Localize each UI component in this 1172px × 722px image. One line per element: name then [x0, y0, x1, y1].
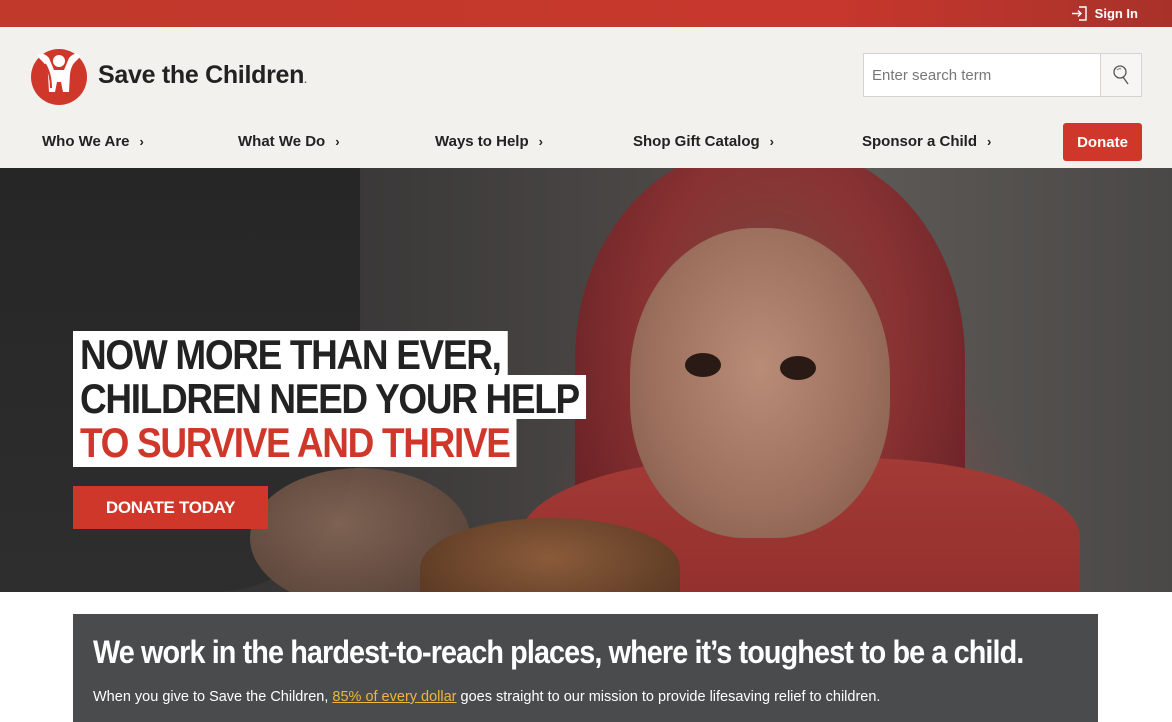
hero-image-eye: [780, 356, 816, 380]
hero-headline-line-2: CHILDREN NEED YOUR HELP: [73, 375, 586, 420]
utility-bar: Sign In: [0, 0, 1172, 27]
chevron-right-icon: ›: [987, 134, 992, 149]
mission-title: We work in the hardest-to-reach places, …: [93, 634, 1024, 670]
chevron-right-icon: ›: [139, 134, 144, 149]
mission-banner: We work in the hardest-to-reach places, …: [73, 614, 1098, 722]
nav-who-we-are[interactable]: Who We Are ›: [42, 133, 144, 150]
nav-sponsor-a-child[interactable]: Sponsor a Child ›: [862, 133, 991, 150]
search-input[interactable]: [863, 53, 1100, 97]
nav-label: Shop Gift Catalog: [633, 133, 760, 150]
nav-label: Sponsor a Child: [862, 133, 978, 150]
search-icon: [1113, 65, 1129, 85]
nav-ways-to-help[interactable]: Ways to Help ›: [435, 133, 543, 150]
hero-headline: NOW MORE THAN EVER, CHILDREN NEED YOUR H…: [73, 331, 656, 467]
main-nav: Who We Are › What We Do › Ways to Help › Sh…: [0, 123, 1172, 168]
hero-banner: NOW MORE THAN EVER, CHILDREN NEED YOUR H…: [0, 168, 1172, 592]
hero-image-eye: [685, 353, 721, 377]
nav-label: Ways to Help: [435, 133, 529, 150]
donate-today-button[interactable]: DONATE TODAY: [73, 486, 268, 529]
logo[interactable]: Save the Children.: [29, 44, 307, 106]
nav-label: Who We Are: [42, 133, 130, 150]
nav-what-we-do[interactable]: What We Do ›: [238, 133, 340, 150]
chevron-right-icon: ›: [769, 134, 775, 149]
save-the-children-logo-icon: [31, 49, 87, 105]
nav-shop-gift-catalog[interactable]: Shop Gift Catalog ›: [633, 133, 774, 150]
search-button[interactable]: [1100, 53, 1142, 97]
sign-in-icon: [1071, 6, 1087, 21]
chevron-right-icon: ›: [538, 134, 543, 149]
logo-wordmark: Save the Children.: [98, 60, 307, 89]
hero-image-child-face: [630, 228, 890, 538]
hero-headline-line-1: NOW MORE THAN EVER,: [73, 331, 508, 376]
site-header: Save the Children. Who We Are › What We D…: [0, 27, 1172, 168]
funds-percentage-link[interactable]: 85% of every dollar: [332, 689, 456, 705]
mission-text-start: When you give to Save the Children,: [93, 689, 333, 705]
chevron-right-icon: ›: [335, 134, 340, 149]
donate-button[interactable]: Donate: [1063, 123, 1142, 161]
nav-label: What We Do: [238, 133, 326, 150]
sign-in-label: Sign In: [1094, 6, 1138, 21]
hero-headline-line-3: TO SURVIVE AND THRIVE: [73, 419, 517, 467]
mission-text: When you give to Save the Children, 85% …: [93, 689, 880, 705]
sign-in-link[interactable]: Sign In: [1071, 6, 1138, 21]
search-form: [863, 53, 1142, 97]
mission-text-end: goes straight to our mission to provide …: [456, 689, 881, 705]
